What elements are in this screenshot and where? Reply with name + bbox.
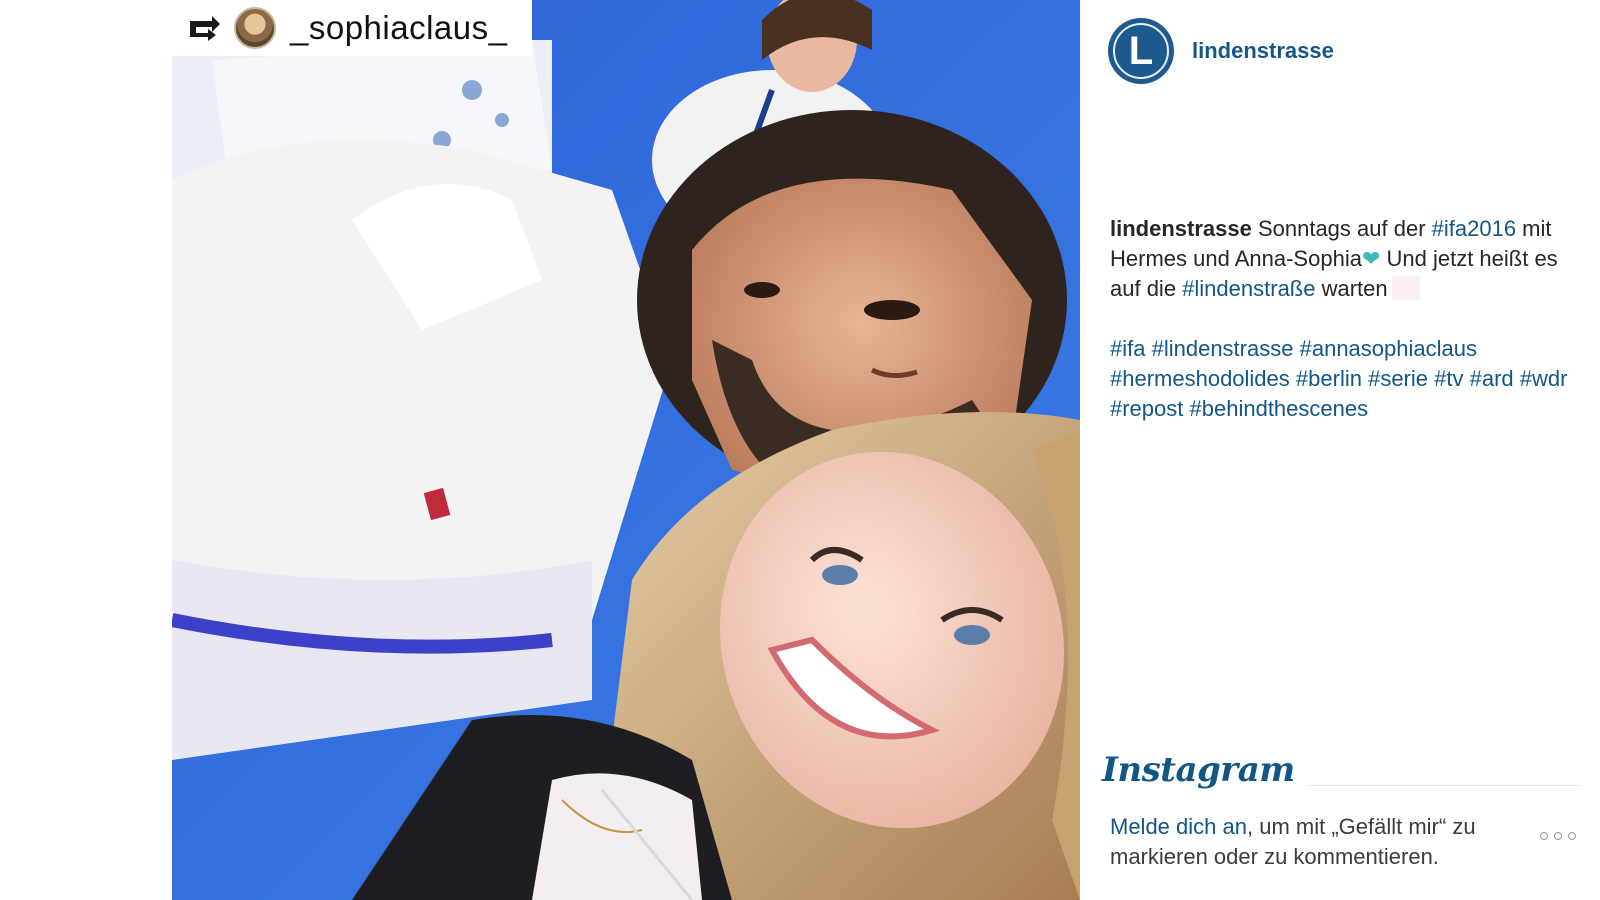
repost-user-avatar[interactable] [234,7,276,49]
hashtag-link[interactable]: #ifa [1110,336,1145,361]
caption-text: lindenstrasse Sonntags auf der #ifa2016 … [1110,214,1580,304]
hashtag-link[interactable]: #wdr [1520,366,1568,391]
caption-text-part: warten [1315,276,1388,301]
login-link[interactable]: Melde dich an [1110,814,1247,839]
repost-badge[interactable]: _sophiaclaus_ [172,0,532,56]
more-dot [1568,832,1576,840]
hashtag-link[interactable]: #berlin [1296,366,1362,391]
divider [1306,785,1580,786]
repost-username[interactable]: _sophiaclaus_ [290,9,508,47]
instagram-logo[interactable]: Instagram [1102,750,1295,790]
repost-icon [190,16,220,41]
post-sidebar: L lindenstrasse lindenstrasse Sonntags a… [1080,0,1600,900]
instagram-brand-row: Instagram [1102,750,1580,790]
account-name-link[interactable]: lindenstrasse [1192,38,1334,64]
account-avatar-letter: L [1128,29,1154,73]
more-dot [1554,832,1562,840]
post-header: L lindenstrasse [1108,18,1334,84]
hashtag-link[interactable]: #hermeshodolides [1110,366,1290,391]
post-caption: lindenstrasse Sonntags auf der #ifa2016 … [1110,214,1580,424]
hashtag-link[interactable]: #annasophiaclaus [1300,336,1477,361]
hashtag-link[interactable]: #ifa2016 [1432,216,1516,241]
account-avatar[interactable]: L [1108,18,1174,84]
more-options-icon[interactable] [1540,832,1576,840]
hashtag-link[interactable]: #serie [1368,366,1428,391]
login-prompt: Melde dich an, um mit „Gefällt mir“ zu m… [1110,812,1520,872]
hashtag-link[interactable]: #lindenstrasse [1152,336,1294,361]
hashtag-list: #ifa #lindenstrasse #annasophiaclaus #he… [1110,334,1580,424]
hashtag-link[interactable]: #tv [1434,366,1463,391]
hashtag-link[interactable]: #lindenstraße [1182,276,1315,301]
caption-text-part: Sonntags auf der [1251,216,1432,241]
hashtag-link[interactable]: #behindthescenes [1190,396,1369,421]
more-dot [1540,832,1548,840]
hashtag-link[interactable]: #repost [1110,396,1183,421]
heart-emoji-icon: ❤ [1361,246,1381,271]
emoji-placeholder-icon [1391,276,1420,300]
selfie-photo-illustration [172,0,1080,900]
hashtag-link[interactable]: #ard [1470,366,1514,391]
caption-author-link[interactable]: lindenstrasse [1110,216,1252,241]
post-photo[interactable]: _sophiaclaus_ [172,0,1080,900]
